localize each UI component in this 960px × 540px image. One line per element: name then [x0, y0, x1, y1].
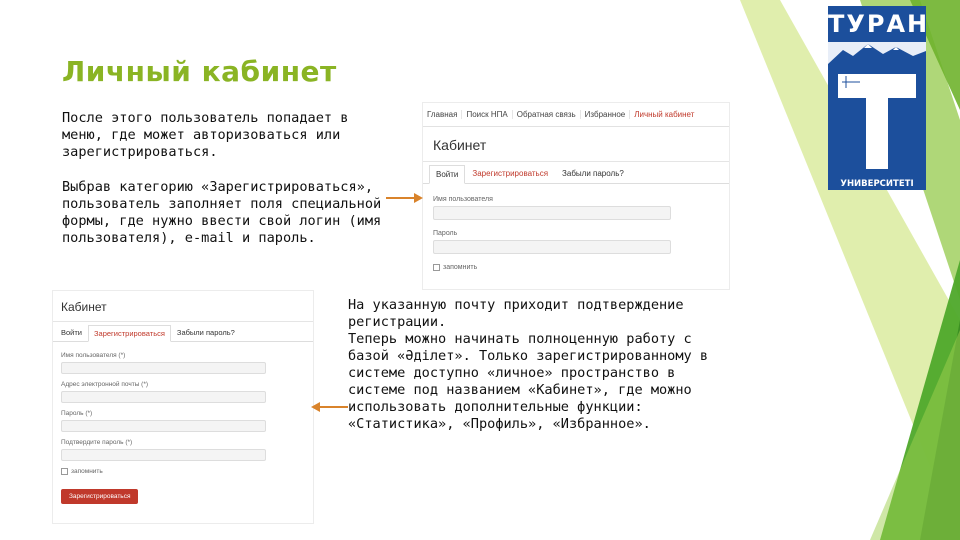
paragraph-confirmation-line1: На указанную почту приходит подтверждени… — [348, 297, 684, 330]
page-title: Личный кабинет — [62, 55, 337, 88]
tab-register[interactable]: Зарегистрироваться — [465, 164, 555, 183]
nav-item-home[interactable]: Главная — [423, 110, 463, 119]
arrow-right-icon — [386, 193, 423, 203]
auth-tabs: Войти Зарегистрироваться Забыли пароль? — [53, 322, 313, 342]
arrow-left-icon — [311, 402, 348, 412]
password-input[interactable] — [61, 420, 266, 432]
cabinet-heading: Кабинет — [423, 127, 729, 162]
letter-t-emblem-icon — [828, 64, 926, 179]
email-input[interactable] — [61, 391, 266, 403]
remember-label: запомнить — [71, 468, 103, 475]
confirm-password-input[interactable] — [61, 449, 266, 461]
username-label: Имя пользователя — [433, 196, 493, 203]
remember-label: запомнить — [443, 264, 478, 271]
username-input[interactable] — [433, 206, 671, 220]
login-form: Имя пользователя Пароль запомнить — [423, 184, 729, 279]
confirm-password-label: Подтвердите пароль (*) — [61, 439, 133, 446]
nav-item-search[interactable]: Поиск НПА — [462, 110, 513, 119]
login-screenshot: Главная Поиск НПА Обратная связь Избранн… — [422, 102, 730, 290]
password-input[interactable] — [433, 240, 671, 254]
tab-register[interactable]: Зарегистрироваться — [88, 325, 171, 342]
username-label: Имя пользователя (*) — [61, 352, 126, 359]
turan-university-logo: ТУРАН УНИВЕРСИТЕТІ — [828, 6, 927, 190]
nav-item-cabinet[interactable]: Личный кабинет — [630, 110, 698, 119]
tab-forgot-password[interactable]: Забыли пароль? — [171, 324, 241, 341]
nav-item-feedback[interactable]: Обратная связь — [513, 110, 581, 119]
password-label: Пароль (*) — [61, 410, 93, 417]
logo-top-text: ТУРАН — [828, 6, 927, 42]
remember-checkbox-row[interactable]: запомнить — [61, 468, 305, 475]
register-button[interactable]: Зарегистрироваться — [61, 489, 139, 504]
mountain-icon — [828, 42, 926, 64]
tab-forgot-password[interactable]: Забыли пароль? — [555, 164, 631, 183]
auth-tabs: Войти Зарегистрироваться Забыли пароль? — [423, 162, 729, 184]
paragraph-registration: Выбрав категорию «Зарегистрироваться», п… — [62, 179, 382, 246]
paragraph-intro: После этого пользователь попадает в меню… — [62, 110, 349, 160]
paragraph-confirmation-line2: Теперь можно начинать полноценную работу… — [348, 331, 709, 432]
password-label: Пароль — [433, 230, 458, 237]
remember-checkbox[interactable] — [61, 468, 68, 475]
cabinet-heading: Кабинет — [53, 291, 313, 322]
paragraph-confirmation: На указанную почту приходит подтверждени… — [348, 297, 718, 433]
email-label: Адрес электронной почты (*) — [61, 381, 149, 388]
site-nav: Главная Поиск НПА Обратная связь Избранн… — [423, 103, 729, 127]
tab-login[interactable]: Войти — [55, 324, 88, 341]
tab-login[interactable]: Войти — [429, 165, 466, 184]
username-input[interactable] — [61, 362, 266, 374]
logo-bottom-text: УНИВЕРСИТЕТІ — [828, 178, 926, 190]
remember-checkbox-row[interactable]: запомнить — [433, 264, 719, 271]
registration-form: Имя пользователя (*) Адрес электронной п… — [53, 342, 313, 510]
remember-checkbox[interactable] — [433, 264, 440, 271]
nav-item-favorites[interactable]: Избранное — [581, 110, 631, 119]
registration-screenshot: Кабинет Войти Зарегистрироваться Забыли … — [52, 290, 314, 524]
